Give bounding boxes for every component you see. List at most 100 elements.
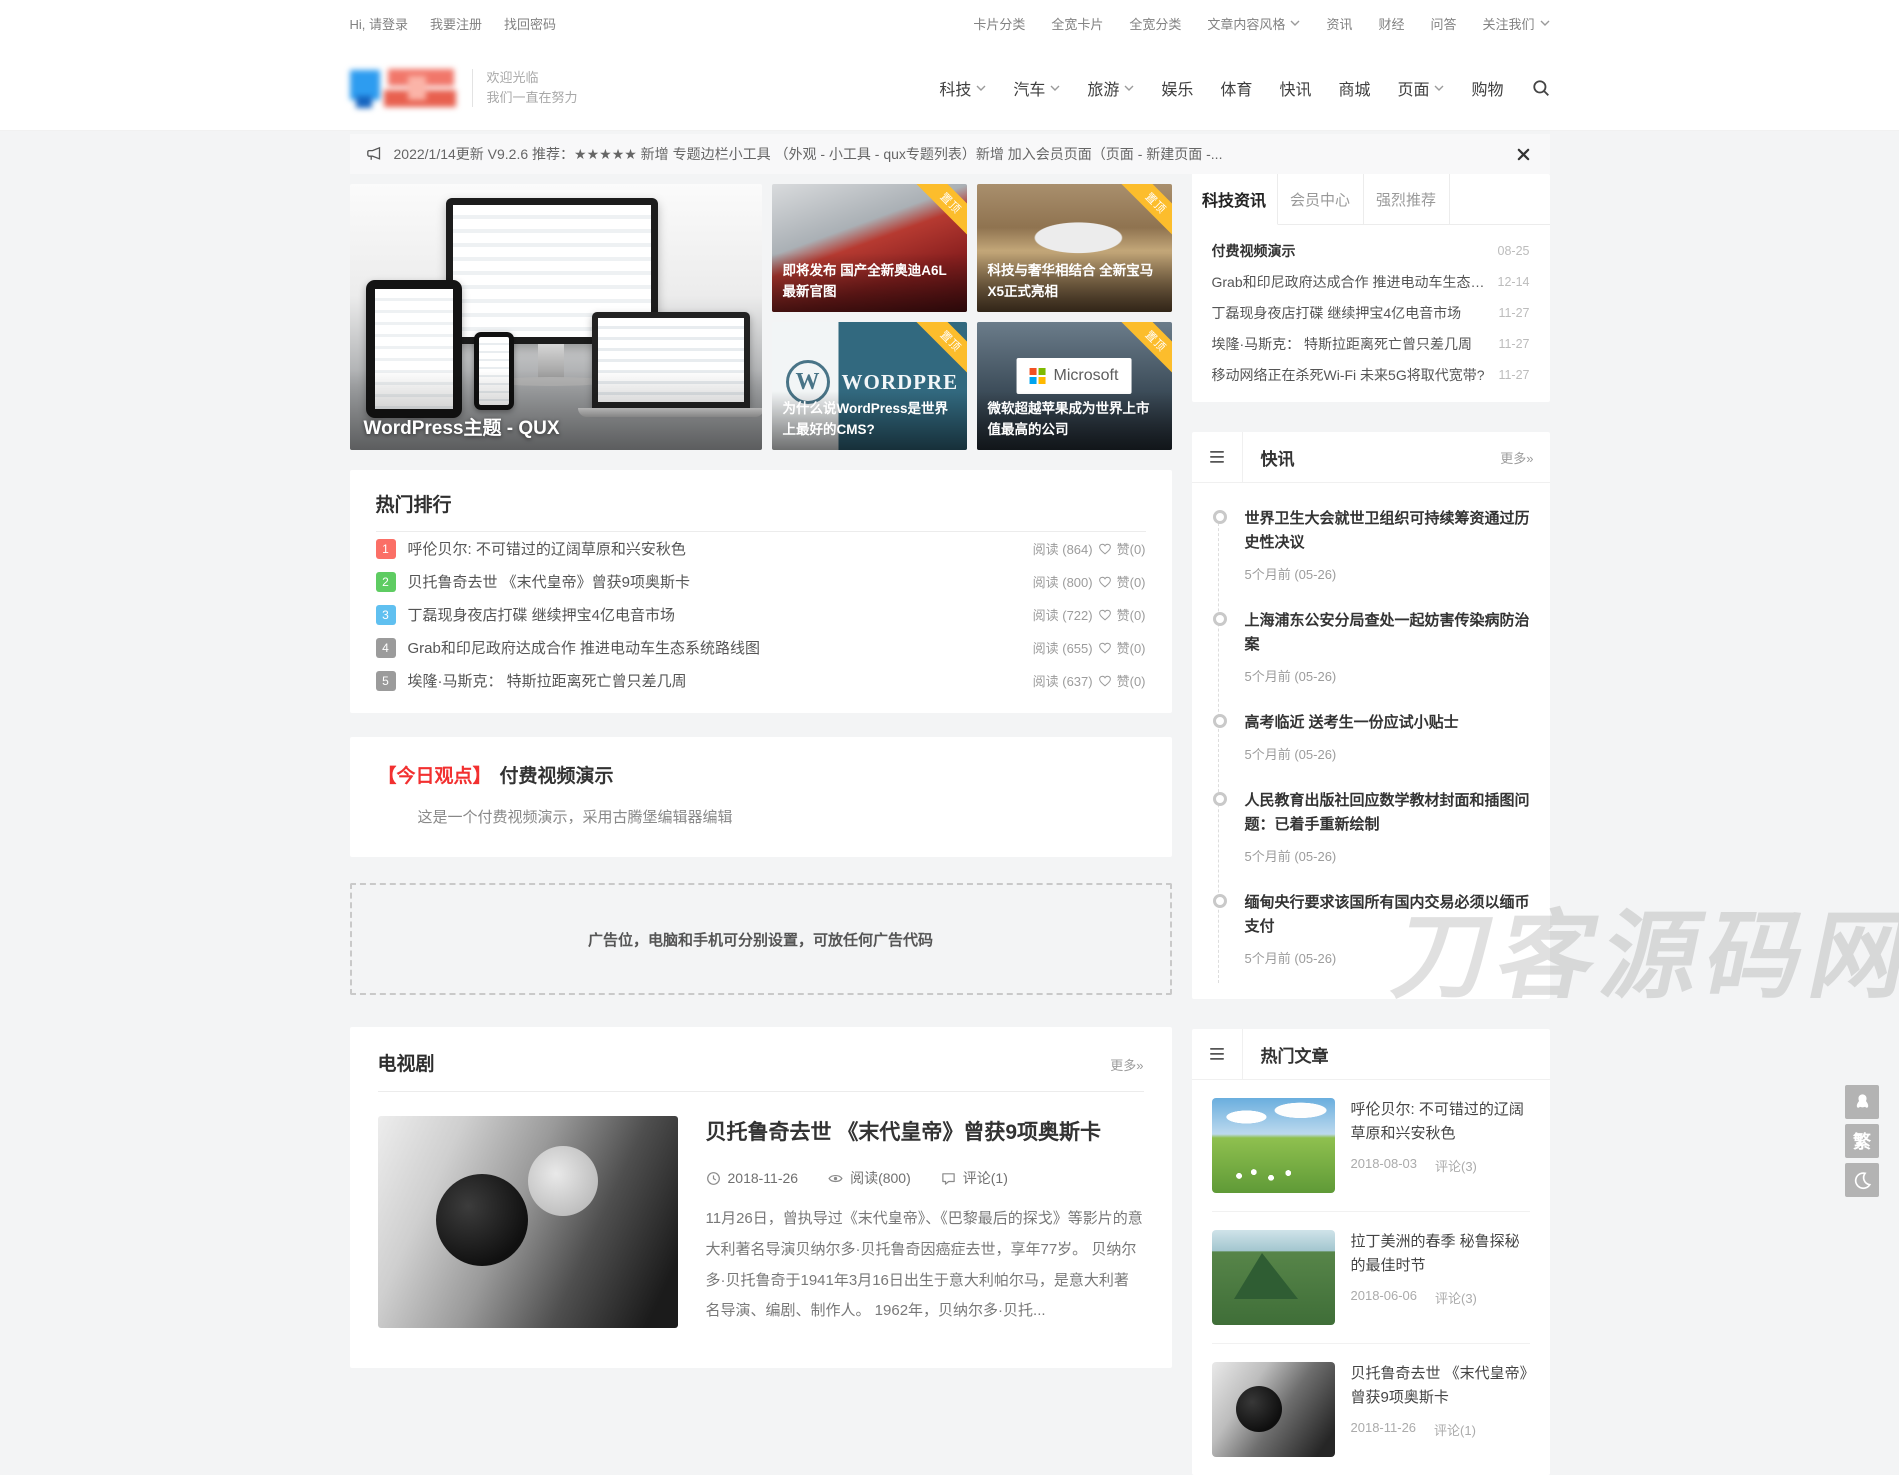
ranking-row[interactable]: 3 丁磊现身夜店打碟 继续押宝4亿电音市场 阅读 (722) 赞(0) bbox=[376, 598, 1146, 631]
nav-item-label: 科技 bbox=[939, 76, 971, 100]
topbar-link[interactable]: 卡片分类 bbox=[973, 14, 1025, 33]
flash-news-item[interactable]: 缅甸央行要求该国所有国内交易必须以缅币支付 5个月前 (05-26) bbox=[1212, 891, 1530, 967]
flash-news-box: 快讯 更多» 世界卫生大会就世卫组织可持续筹资通过历史性决议 5个月前 (05-… bbox=[1192, 432, 1550, 999]
ranking-title: 呼伦贝尔: 不可错过的辽阔草原和兴安秋色 bbox=[408, 538, 1033, 559]
timeline-dot-icon bbox=[1213, 792, 1227, 806]
dark-mode-button[interactable] bbox=[1845, 1163, 1879, 1197]
tab-article-title: 付费视频演示 bbox=[1212, 241, 1486, 261]
nav-item-label: 商城 bbox=[1338, 76, 1370, 100]
ranking-row[interactable]: 4 Grab和印尼政府达成合作 推进电动车生态系统路线图 阅读 (655) 赞(… bbox=[376, 631, 1146, 664]
search-icon[interactable] bbox=[1532, 79, 1550, 97]
tab-article-row[interactable]: Grab和印尼政府达成合作 推进电动车生态系统路线图 12-14 bbox=[1212, 266, 1530, 297]
article-title[interactable]: 贝托鲁奇去世 《末代皇帝》曾获9项奥斯卡 bbox=[706, 1116, 1144, 1146]
ranking-title: 丁磊现身夜店打碟 继续押宝4亿电音市场 bbox=[408, 604, 1033, 625]
more-link[interactable]: 更多» bbox=[1110, 1055, 1143, 1074]
nav-item[interactable]: 娱乐 bbox=[1161, 76, 1193, 100]
topbar-link[interactable]: 全宽分类 bbox=[1129, 14, 1181, 33]
nav-item[interactable]: 旅游 bbox=[1087, 76, 1134, 100]
comment-icon bbox=[941, 1171, 956, 1186]
hot-articles-list: 呼伦贝尔: 不可错过的辽阔草原和兴安秋色 2018-08-03 评论(3) bbox=[1192, 1080, 1550, 1475]
read-count: 阅读 (655) bbox=[1033, 638, 1093, 657]
topbar-link[interactable]: 资讯 bbox=[1326, 14, 1352, 33]
nav-item[interactable]: 科技 bbox=[939, 76, 986, 100]
site-tagline: 欢迎光临 我们一直在努力 bbox=[487, 68, 578, 108]
flash-news-item[interactable]: 高考临近 送考生一份应试小贴士 5个月前 (05-26) bbox=[1212, 711, 1530, 763]
nav-item[interactable]: 体育 bbox=[1220, 76, 1252, 100]
topbar-link-label: 财经 bbox=[1378, 14, 1404, 33]
tab-bar: 科技资讯 会员中心 强烈推荐 bbox=[1192, 174, 1550, 225]
section-title: 快讯 bbox=[1261, 445, 1295, 470]
chevron-down-icon bbox=[1050, 85, 1060, 91]
topbar-link-label: 资讯 bbox=[1326, 14, 1352, 33]
close-icon[interactable] bbox=[1513, 144, 1534, 165]
tab-article-row[interactable]: 埃隆·马斯克： 特斯拉距离死亡曾只差几周 11-27 bbox=[1212, 328, 1530, 359]
traditional-chinese-toggle[interactable]: 繁 bbox=[1845, 1124, 1879, 1158]
nav-item[interactable]: 商城 bbox=[1338, 76, 1370, 100]
hot-article-item[interactable]: 拉丁美洲的春季 秘鲁探秘的最佳时节 2018-06-06 评论(3) bbox=[1212, 1212, 1530, 1344]
topbar-link[interactable]: 我要注册 bbox=[430, 14, 482, 33]
nav-item[interactable]: 汽车 bbox=[1013, 76, 1060, 100]
ranking-row[interactable]: 2 贝托鲁奇去世 《末代皇帝》曾获9项奥斯卡 阅读 (800) 赞(0) bbox=[376, 565, 1146, 598]
heart-icon bbox=[1098, 674, 1112, 687]
tab-article-row[interactable]: 移动网络正在杀死Wi-Fi 未来5G将取代宽带? 11-27 bbox=[1212, 359, 1530, 390]
flash-news-item[interactable]: 世界卫生大会就世卫组织可持续筹资通过历史性决议 5个月前 (05-26) bbox=[1212, 507, 1530, 583]
ad-placeholder[interactable]: 广告位，电脑和手机可分别设置，可放任何广告代码 bbox=[350, 883, 1172, 995]
hero-section: WordPress主题 - QUX 置顶 即将发布 国产全新奥迪A6L最新官图 bbox=[350, 184, 1172, 450]
tab[interactable]: 科技资讯 bbox=[1192, 174, 1278, 225]
rank-badge: 2 bbox=[376, 572, 396, 592]
ranking-row[interactable]: 5 埃隆·马斯克： 特斯拉距离死亡曾只差几周 阅读 (637) 赞(0) bbox=[376, 664, 1146, 697]
topbar-link[interactable]: 文章内容风格 bbox=[1207, 14, 1300, 33]
topbar-link[interactable]: 找回密码 bbox=[504, 14, 556, 33]
ranking-row[interactable]: 1 呼伦贝尔: 不可错过的辽阔草原和兴安秋色 阅读 (864) 赞(0) bbox=[376, 532, 1146, 565]
slider-caption[interactable]: WordPress主题 - QUX bbox=[364, 413, 560, 440]
hot-article-date: 2018-11-26 bbox=[1351, 1420, 1417, 1439]
article-comments: 评论(1) bbox=[941, 1168, 1008, 1188]
tab-article-title: 移动网络正在杀死Wi-Fi 未来5G将取代宽带? bbox=[1212, 365, 1487, 385]
topbar-link[interactable]: Hi, 请登录 bbox=[350, 14, 409, 33]
heart-icon bbox=[1098, 641, 1112, 654]
topbar-link[interactable]: 财经 bbox=[1378, 14, 1404, 33]
qq-icon bbox=[1853, 1093, 1872, 1112]
flash-news-item[interactable]: 上海浦东公安分局查处一起妨害传染病防治案 5个月前 (05-26) bbox=[1212, 609, 1530, 685]
section-title: 电视剧 bbox=[378, 1049, 435, 1076]
hot-article-item[interactable]: 贝托鲁奇去世 《末代皇帝》曾获9项奥斯卡 2018-11-26 评论(1) bbox=[1212, 1344, 1530, 1475]
topbar: Hi, 请登录 我要注册 找回密码 卡片分类 全宽卡片 全宽分类 bbox=[0, 0, 1899, 46]
timeline-dot-icon bbox=[1213, 510, 1227, 524]
announcement-text[interactable]: 2022/1/14更新 V9.2.6 推荐：★★★★★ 新增 专题边栏小工具 （… bbox=[394, 144, 1513, 164]
tab-article-row[interactable]: 付费视频演示 08-25 bbox=[1212, 235, 1530, 266]
more-link[interactable]: 更多» bbox=[1500, 448, 1533, 467]
rank-badge: 4 bbox=[376, 638, 396, 658]
qq-contact-button[interactable] bbox=[1845, 1085, 1879, 1119]
featured-card[interactable]: Microsoft 置顶 微软超越苹果成为世界上市值最高的公司 bbox=[977, 322, 1172, 450]
flash-news-time: 5个月前 (05-26) bbox=[1245, 666, 1530, 685]
hero-slider[interactable]: WordPress主题 - QUX bbox=[350, 184, 762, 450]
tab[interactable]: 会员中心 bbox=[1278, 174, 1364, 224]
featured-card[interactable]: 置顶 科技与奢华相结合 全新宝马X5正式亮相 bbox=[977, 184, 1172, 312]
tab-article-title: 丁磊现身夜店打碟 继续押宝4亿电音市场 bbox=[1212, 303, 1487, 323]
ranking-title: Grab和印尼政府达成合作 推进电动车生态系统路线图 bbox=[408, 637, 1033, 658]
tab-article-row[interactable]: 丁磊现身夜店打碟 继续押宝4亿电音市场 11-27 bbox=[1212, 297, 1530, 328]
nav-item[interactable]: 快讯 bbox=[1279, 76, 1311, 100]
article-thumbnail[interactable] bbox=[378, 1116, 678, 1328]
topbar-nav-links: 卡片分类 全宽卡片 全宽分类 文章内容风格 bbox=[947, 14, 1549, 33]
featured-card[interactable]: 置顶 即将发布 国产全新奥迪A6L最新官图 bbox=[772, 184, 967, 312]
flash-news-time: 5个月前 (05-26) bbox=[1245, 744, 1530, 763]
topbar-link-label: 全宽卡片 bbox=[1051, 14, 1103, 33]
flash-news-item[interactable]: 人民教育出版社回应数学教材封面和插图问题：已着手重新绘制 5个月前 (05-26… bbox=[1212, 789, 1530, 865]
photo-logo-text: Microsoft bbox=[1017, 358, 1132, 394]
tagline-line1: 欢迎光临 bbox=[487, 68, 578, 88]
topbar-link[interactable]: 关注我们 bbox=[1482, 14, 1549, 33]
tab[interactable]: 强烈推荐 bbox=[1364, 174, 1450, 224]
site-logo[interactable] bbox=[350, 66, 462, 110]
hamburger-icon[interactable] bbox=[1192, 432, 1243, 482]
topbar-link[interactable]: 问答 bbox=[1430, 14, 1456, 33]
featured-card[interactable]: W WORDPRE 置顶 为什么说WordPress是世界上最好的CMS? bbox=[772, 322, 967, 450]
nav-item[interactable]: 页面 bbox=[1397, 76, 1444, 100]
topbar-link[interactable]: 全宽卡片 bbox=[1051, 14, 1103, 33]
moon-icon bbox=[1853, 1171, 1872, 1190]
card-title: 科技与奢华相结合 全新宝马X5正式亮相 bbox=[977, 253, 1172, 312]
nav-item[interactable]: 购物 bbox=[1471, 76, 1503, 100]
hamburger-icon[interactable] bbox=[1192, 1029, 1243, 1079]
hot-article-item[interactable]: 呼伦贝尔: 不可错过的辽阔草原和兴安秋色 2018-08-03 评论(3) bbox=[1212, 1080, 1530, 1212]
today-view-title[interactable]: 【今日观点】付费视频演示 bbox=[378, 761, 1144, 788]
